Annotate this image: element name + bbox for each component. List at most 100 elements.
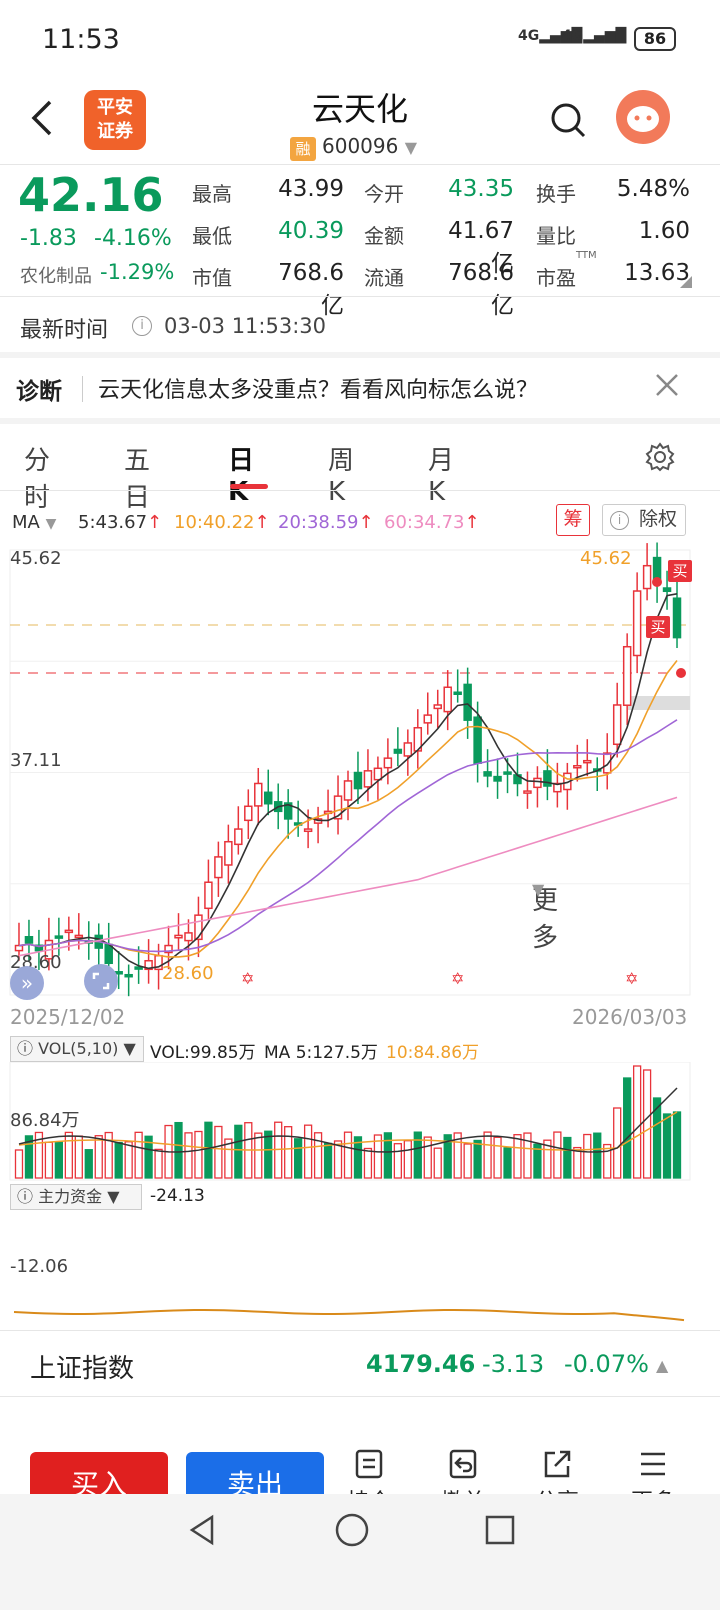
candle-body xyxy=(24,936,34,944)
stat-label: 流通 xyxy=(364,266,404,290)
volume-bar xyxy=(14,1149,24,1179)
share-icon xyxy=(544,1450,571,1478)
candle-body xyxy=(214,856,223,879)
divider xyxy=(0,490,720,491)
candle-body xyxy=(612,704,622,746)
stat-value: 43.35 xyxy=(448,176,514,202)
info-icon[interactable]: i xyxy=(610,511,629,530)
close-icon[interactable] xyxy=(654,372,680,402)
event-star-icon: ✡ xyxy=(625,969,638,988)
index-value: 4179.46 xyxy=(366,1350,476,1378)
y-axis-mid: 37.11 xyxy=(10,750,62,771)
stat-label: 量比 xyxy=(536,224,576,248)
candle-body xyxy=(662,587,672,593)
tab-weekly-k[interactable]: 周K xyxy=(328,440,354,507)
volume-bar xyxy=(393,1143,402,1179)
min-price-marker: 28.60 xyxy=(162,963,214,984)
volume-bar xyxy=(423,1136,432,1179)
candle-body xyxy=(642,564,652,590)
stat-label: 换手 xyxy=(536,182,576,206)
section-gap xyxy=(0,418,720,424)
ma-selector[interactable]: MA ▼ xyxy=(12,512,56,533)
divider xyxy=(0,296,720,297)
expand-corner-icon[interactable] xyxy=(680,276,692,288)
nav-recents-icon[interactable] xyxy=(484,1514,516,1550)
divider xyxy=(0,164,720,165)
volume-bar xyxy=(254,1132,263,1179)
stat-label: 今开 xyxy=(364,182,404,206)
signal-dot xyxy=(652,577,662,587)
candle-body xyxy=(632,590,642,657)
buy-signal-tag[interactable]: 买 xyxy=(668,560,692,582)
volume-bar xyxy=(433,1147,442,1179)
volume-bar xyxy=(632,1065,642,1179)
expand-up-icon[interactable]: ▲ xyxy=(656,1356,668,1375)
indicator-selector-vol[interactable]: ⓘ VOL(5,10) ▼ xyxy=(10,1036,144,1062)
candle-body xyxy=(184,932,193,942)
search-icon[interactable] xyxy=(548,100,588,144)
candle-body xyxy=(473,716,482,764)
nav-back-icon[interactable] xyxy=(186,1514,218,1550)
volume-bar xyxy=(483,1131,492,1179)
candle-body xyxy=(244,805,253,822)
stat-value: 768.6亿 xyxy=(448,260,514,319)
volume-bar xyxy=(204,1121,213,1179)
volume-bar xyxy=(613,1107,622,1179)
candle-body xyxy=(672,597,682,639)
candle-body xyxy=(363,770,373,788)
x-axis-start: 2025/12/02 xyxy=(10,1005,126,1029)
candle-body xyxy=(523,790,532,794)
volume-chart[interactable] xyxy=(0,1062,720,1182)
volume-bar xyxy=(54,1141,64,1179)
assistant-avatar[interactable] xyxy=(616,90,670,144)
ma5-value: 5:43.67↑ xyxy=(78,512,163,533)
battery-icon: 86 xyxy=(634,27,676,51)
vol-ma10: 10:84.86万 xyxy=(386,1043,480,1063)
last-price: 42.16 xyxy=(18,168,164,222)
candle-body xyxy=(573,765,582,769)
sector-name[interactable]: 农化制品 xyxy=(20,262,92,288)
volume-bar xyxy=(493,1136,502,1179)
volume-bar xyxy=(74,1135,83,1179)
tab-five-day[interactable]: 五日 xyxy=(124,440,150,514)
info-icon[interactable]: i xyxy=(132,316,152,336)
divider xyxy=(0,1330,720,1331)
fullscreen-icon[interactable] xyxy=(84,964,118,998)
stat-label: 最低 xyxy=(192,224,232,248)
volume-bar xyxy=(323,1142,333,1179)
volume-bar xyxy=(513,1134,522,1179)
settings-gear-icon[interactable] xyxy=(644,441,676,477)
tab-monthly-k[interactable]: 月K xyxy=(428,440,454,507)
stat-value: 13.63 xyxy=(624,260,690,286)
sector-pct: -1.29% xyxy=(100,260,175,284)
volume-bar xyxy=(593,1132,602,1179)
stat-value: 1.60 xyxy=(638,218,690,244)
event-star-icon: ✡ xyxy=(241,969,254,988)
chevron-down-icon: ▼ xyxy=(404,138,418,157)
volume-bar xyxy=(124,1141,133,1179)
tab-daily-k[interactable]: 日K xyxy=(228,440,254,507)
volume-bar xyxy=(84,1149,93,1179)
stat-value: 40.39 xyxy=(278,218,344,244)
volume-bar xyxy=(383,1132,393,1179)
index-name[interactable]: 上证指数 xyxy=(30,1348,134,1385)
capital-chart[interactable] xyxy=(0,1290,720,1330)
candlestick-chart[interactable]: ✡ ✡ ✡ xyxy=(0,540,720,1010)
candle-body xyxy=(533,777,542,789)
y-axis-high: 45.62 xyxy=(10,548,62,569)
divider xyxy=(82,376,83,402)
fast-forward-icon[interactable]: » xyxy=(10,966,44,1000)
chip-distribution-button[interactable]: 筹 xyxy=(556,504,590,536)
menu-icon xyxy=(641,1452,665,1476)
diagnosis-link[interactable]: 云天化信息太多没重点？看看风向标怎么说？ xyxy=(98,372,538,404)
volume-bar xyxy=(623,1077,632,1179)
tab-minute[interactable]: 分时 xyxy=(24,440,50,514)
nav-home-icon[interactable] xyxy=(334,1512,370,1552)
indicator-selector-capital[interactable]: ⓘ 主力资金 ▼ xyxy=(10,1184,142,1210)
capital-flow-line xyxy=(13,1308,685,1322)
volume-bar xyxy=(214,1125,223,1179)
stock-code[interactable]: 600096 ▼ xyxy=(322,134,417,158)
update-time: 03-03 11:53:30 xyxy=(164,314,327,338)
index-change: -3.13 xyxy=(482,1350,545,1378)
buy-signal-tag[interactable]: 买 xyxy=(646,616,670,638)
